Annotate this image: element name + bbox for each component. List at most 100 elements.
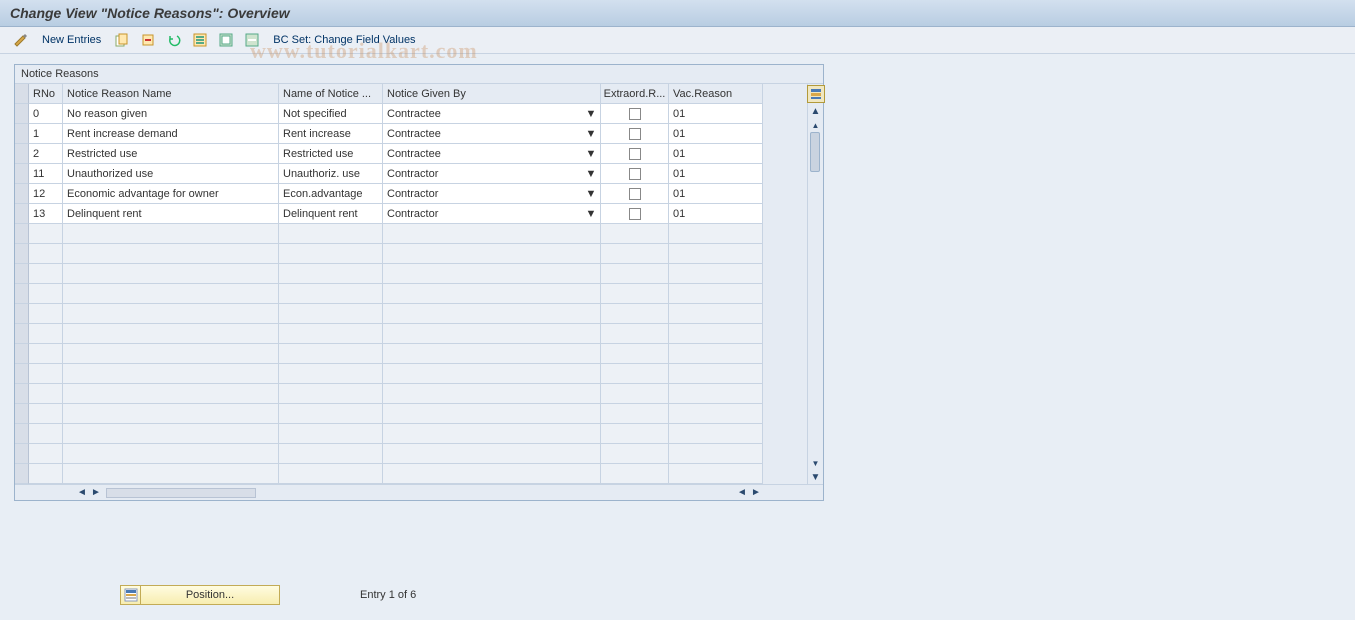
dropdown-icon[interactable]: ▼ [584,147,598,161]
hscroll-left2-icon[interactable]: ◄ [735,486,749,500]
cell-rno[interactable]: 12 [29,184,63,204]
deselect-all-icon[interactable] [243,31,261,49]
col-header-notname[interactable]: Name of Notice ... [279,84,383,104]
scroll-up-small-icon[interactable]: ▲ [809,118,823,132]
delete-icon[interactable] [139,31,157,49]
col-header-name[interactable]: Notice Reason Name [63,84,279,104]
hscroll-right2-icon[interactable]: ► [749,486,763,500]
row-selector[interactable] [15,284,29,304]
row-selector[interactable] [15,424,29,444]
select-all-icon[interactable] [191,31,209,49]
cell-empty [279,384,383,404]
cell-name[interactable]: Delinquent rent [63,204,279,224]
cell-name[interactable]: Unauthorized use [63,164,279,184]
cell-rno[interactable]: 13 [29,204,63,224]
checkbox[interactable] [629,208,641,220]
col-header-rno[interactable]: RNo [29,84,63,104]
cell-given[interactable]: Contractor ▼ [383,184,601,204]
cell-rno[interactable]: 2 [29,144,63,164]
row-selector[interactable] [15,384,29,404]
dropdown-icon[interactable]: ▼ [584,167,598,181]
row-selector[interactable] [15,184,29,204]
col-header-vac[interactable]: Vac.Reason [669,84,763,104]
cell-notname[interactable]: Not specified [279,104,383,124]
undo-icon[interactable] [165,31,183,49]
select-block-icon[interactable] [217,31,235,49]
col-header-given[interactable]: Notice Given By [383,84,601,104]
horizontal-scrollbar[interactable]: ◄ ► ◄ ► [15,484,823,500]
cell-notname[interactable]: Restricted use [279,144,383,164]
cell-extra[interactable] [601,204,669,224]
bc-set-button[interactable]: BC Set: Change Field Values [269,34,419,46]
cell-name[interactable]: Restricted use [63,144,279,164]
row-selector[interactable] [15,464,29,484]
cell-extra[interactable] [601,184,669,204]
cell-rno[interactable]: 0 [29,104,63,124]
cell-given[interactable]: Contractor ▼ [383,204,601,224]
row-selector[interactable] [15,244,29,264]
cell-vac[interactable]: 01 [669,164,763,184]
row-selector[interactable] [15,264,29,284]
row-selector[interactable] [15,144,29,164]
hscroll-left-icon[interactable]: ◄ [75,486,89,500]
dropdown-icon[interactable]: ▼ [584,107,598,121]
new-entries-button[interactable]: New Entries [38,34,105,46]
cell-notname[interactable]: Rent increase [279,124,383,144]
dropdown-icon[interactable]: ▼ [584,187,598,201]
select-all-rows[interactable] [15,84,29,104]
checkbox[interactable] [629,108,641,120]
checkbox[interactable] [629,128,641,140]
checkbox[interactable] [629,188,641,200]
dropdown-icon[interactable]: ▼ [584,207,598,221]
row-selector[interactable] [15,224,29,244]
table-settings-icon[interactable] [807,85,825,103]
cell-name[interactable]: Economic advantage for owner [63,184,279,204]
cell-given[interactable]: Contractee ▼ [383,144,601,164]
vertical-scrollbar[interactable]: ▲ ▲ ▼ ▼ [807,84,823,484]
col-header-extra[interactable]: Extraord.R... [601,84,669,104]
cell-vac[interactable]: 01 [669,104,763,124]
cell-given[interactable]: Contractee ▼ [383,104,601,124]
cell-empty [601,304,669,324]
row-selector[interactable] [15,404,29,424]
cell-notname[interactable]: Delinquent rent [279,204,383,224]
row-selector[interactable] [15,364,29,384]
row-selector[interactable] [15,124,29,144]
cell-vac[interactable]: 01 [669,184,763,204]
row-selector[interactable] [15,104,29,124]
row-selector[interactable] [15,304,29,324]
scroll-up-icon[interactable]: ▲ [809,104,823,118]
cell-extra[interactable] [601,124,669,144]
cell-given[interactable]: Contractee ▼ [383,124,601,144]
cell-extra[interactable] [601,144,669,164]
scroll-down-icon[interactable]: ▼ [809,470,823,484]
row-selector[interactable] [15,444,29,464]
toggle-change-icon[interactable] [12,31,30,49]
cell-notname[interactable]: Unauthoriz. use [279,164,383,184]
hscroll-right-icon[interactable]: ► [89,486,103,500]
toolbar: New Entries BC Set: Change Field Values [0,27,1355,54]
scroll-thumb[interactable] [810,132,820,172]
row-selector[interactable] [15,164,29,184]
cell-rno[interactable]: 1 [29,124,63,144]
position-button[interactable]: Position... [120,585,280,605]
cell-given[interactable]: Contractor ▼ [383,164,601,184]
cell-vac[interactable]: 01 [669,144,763,164]
checkbox[interactable] [629,168,641,180]
cell-notname[interactable]: Econ.advantage [279,184,383,204]
checkbox[interactable] [629,148,641,160]
dropdown-icon[interactable]: ▼ [584,127,598,141]
cell-name[interactable]: Rent increase demand [63,124,279,144]
row-selector[interactable] [15,344,29,364]
row-selector[interactable] [15,324,29,344]
cell-name[interactable]: No reason given [63,104,279,124]
cell-extra[interactable] [601,104,669,124]
row-selector[interactable] [15,204,29,224]
scroll-down-small-icon[interactable]: ▼ [809,456,823,470]
copy-as-icon[interactable] [113,31,131,49]
cell-vac[interactable]: 01 [669,124,763,144]
cell-vac[interactable]: 01 [669,204,763,224]
cell-rno[interactable]: 11 [29,164,63,184]
position-icon [121,586,141,604]
cell-extra[interactable] [601,164,669,184]
